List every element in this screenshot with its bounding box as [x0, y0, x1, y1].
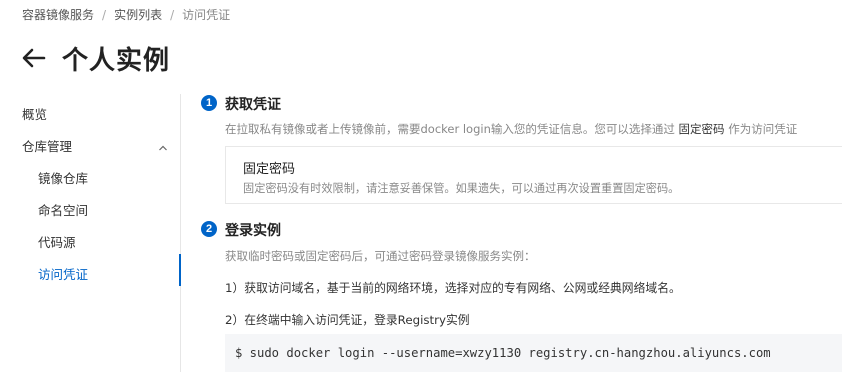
step2-title: 登录实例	[225, 223, 281, 239]
login-command[interactable]: $ sudo docker login --username=xwzy1130 …	[235, 346, 771, 360]
step2-instruction-1: 1）获取访问域名，基于当前的网络环境，选择对应的专有网络、公网或经典网络域名。	[225, 281, 681, 295]
fixed-password-card[interactable]: 固定密码 固定密码没有时效限制，请注意妥善保管。如果遗失，可以通过再次设置重置固…	[225, 146, 842, 204]
chevron-up-icon[interactable]	[158, 141, 168, 151]
step2-instruction-2: 2）在终端中输入访问凭证，登录Registry实例	[225, 313, 470, 327]
step-number-badge: 1	[201, 95, 217, 111]
breadcrumb-item-instances[interactable]: 实例列表	[114, 6, 162, 23]
breadcrumb-separator: /	[102, 7, 107, 22]
step1-description: 在拉取私有镜像或者上传镜像前，需要docker login输入您的凭证信息。您可…	[225, 121, 797, 137]
sidebar-group-repo-management[interactable]: 仓库管理	[22, 136, 172, 155]
sidebar-item-code-source[interactable]: 代码源	[38, 232, 76, 251]
arrow-left-icon[interactable]	[22, 45, 48, 71]
main-content: 1 获取凭证 在拉取私有镜像或者上传镜像前，需要docker login输入您的…	[201, 94, 842, 372]
fixed-password-title: 固定密码	[243, 162, 296, 177]
breadcrumb-item-service[interactable]: 容器镜像服务	[22, 6, 94, 23]
sidebar-active-indicator	[179, 254, 181, 286]
step1-desc-suffix: 作为访问凭证	[724, 122, 798, 136]
page-title: 个人实例	[62, 45, 171, 76]
breadcrumb-separator: /	[170, 7, 175, 22]
step-number-badge: 2	[201, 221, 217, 237]
step2-description: 获取临时密码或固定密码后，可通过密码登录镜像服务实例：	[225, 249, 536, 263]
step1-desc-text: 在拉取私有镜像或者上传镜像前，需要docker login输入您的凭证信息。您可…	[225, 122, 679, 136]
sidebar-item-namespace[interactable]: 命名空间	[38, 200, 88, 219]
page-header: 个人实例	[22, 40, 170, 76]
sidebar: 概览 仓库管理 镜像仓库 命名空间 代码源 访问凭证	[0, 94, 181, 372]
fixed-password-link[interactable]: 固定密码	[679, 122, 725, 136]
sidebar-item-access-credential[interactable]: 访问凭证	[38, 264, 88, 283]
fixed-password-description: 固定密码没有时效限制，请注意妥善保管。如果遗失，可以通过再次设置重置固定密码。	[243, 182, 680, 195]
sidebar-group-label: 仓库管理	[22, 139, 73, 154]
sidebar-item-image-repo[interactable]: 镜像仓库	[38, 168, 88, 187]
sidebar-item-overview[interactable]: 概览	[22, 104, 47, 123]
login-command-block[interactable]: $ sudo docker login --username=xwzy1130 …	[225, 334, 842, 372]
step1-title: 获取凭证	[225, 97, 281, 113]
breadcrumb: 容器镜像服务 / 实例列表 / 访问凭证	[22, 6, 230, 23]
breadcrumb-item-current: 访问凭证	[182, 8, 231, 22]
